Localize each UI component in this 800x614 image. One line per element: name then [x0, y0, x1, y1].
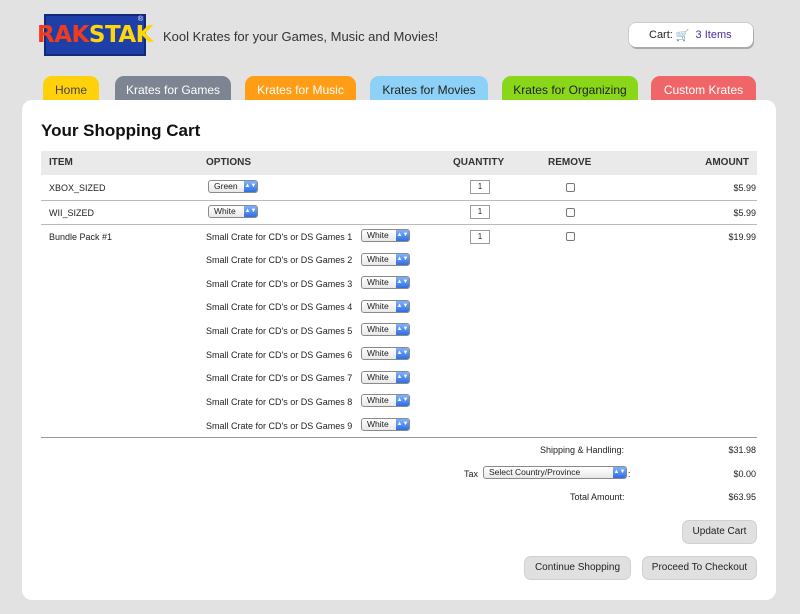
- bundle-option-select[interactable]: White ▲▼: [361, 323, 410, 336]
- bundle-sub-item-label: Small Crate for CD's or DS Games 3: [206, 279, 353, 289]
- option-select-value: White: [367, 419, 389, 429]
- column-header-item: ITEM: [49, 157, 73, 168]
- shipping-label: Shipping & Handling:: [540, 445, 625, 455]
- total-label: Total Amount:: [570, 492, 625, 502]
- column-header-options: OPTIONS: [206, 157, 252, 168]
- option-select[interactable]: Green ▲▼: [208, 180, 258, 193]
- bundle-option-select[interactable]: White ▲▼: [361, 229, 410, 242]
- select-arrows-icon: ▲▼: [396, 301, 409, 312]
- shipping-value: $31.98: [728, 445, 756, 455]
- logo-text-rak: RAK: [37, 22, 89, 48]
- option-select-value: White: [367, 277, 389, 287]
- row-divider: [41, 224, 757, 225]
- logo-text-stak: STAK: [88, 22, 154, 48]
- select-arrows-icon: ▲▼: [396, 372, 409, 383]
- option-select-value: Green: [214, 181, 238, 191]
- bundle-sub-item-label: Small Crate for CD's or DS Games 9: [206, 421, 353, 431]
- select-arrows-icon: ▲▼: [244, 206, 257, 217]
- bundle-option-select[interactable]: White ▲▼: [361, 418, 410, 431]
- proceed-to-checkout-button[interactable]: Proceed To Checkout: [642, 556, 757, 580]
- option-select-value: White: [367, 395, 389, 405]
- remove-checkbox[interactable]: [566, 208, 575, 217]
- tax-colon: :: [628, 469, 631, 479]
- item-amount: $5.99: [733, 183, 756, 193]
- item-amount: $19.99: [728, 232, 756, 242]
- bundle-option-select[interactable]: White ▲▼: [361, 300, 410, 313]
- total-value: $63.95: [728, 492, 756, 502]
- option-select-value: White: [367, 324, 389, 334]
- rakstak-logo[interactable]: RAKSTAK ®: [37, 14, 153, 56]
- bundle-option-select[interactable]: White ▲▼: [361, 394, 410, 407]
- select-arrows-icon: ▲▼: [396, 324, 409, 335]
- bundle-sub-item-label: Small Crate for CD's or DS Games 1: [206, 232, 353, 242]
- quantity-input[interactable]: 1: [470, 180, 490, 194]
- option-select-value: White: [214, 206, 236, 216]
- column-header-amount: AMOUNT: [705, 157, 749, 168]
- select-arrows-icon: ▲▼: [396, 419, 409, 430]
- update-cart-button[interactable]: Update Cart: [682, 520, 757, 544]
- bundle-sub-item-label: Small Crate for CD's or DS Games 2: [206, 255, 353, 265]
- item-name: Bundle Pack #1: [49, 232, 113, 242]
- bundle-sub-item-label: Small Crate for CD's or DS Games 4: [206, 302, 353, 312]
- bundle-sub-item-label: Small Crate for CD's or DS Games 5: [206, 326, 353, 336]
- tax-label: Tax: [464, 469, 479, 479]
- item-amount: $5.99: [733, 208, 756, 218]
- select-arrows-icon: ▲▼: [244, 181, 257, 192]
- continue-shopping-button[interactable]: Continue Shopping: [524, 556, 631, 580]
- select-arrows-icon: ▲▼: [396, 230, 409, 241]
- bundle-option-select[interactable]: White ▲▼: [361, 276, 410, 289]
- country-province-select[interactable]: Select Country/Province ▲▼: [483, 466, 627, 479]
- page-title: Your Shopping Cart: [41, 121, 201, 140]
- cart-summary[interactable]: Cart: 🛒 3 Items: [629, 23, 753, 47]
- column-header-remove: REMOVE: [548, 157, 592, 168]
- option-select-value: White: [367, 230, 389, 240]
- item-name: WII_SIZED: [49, 208, 95, 218]
- select-arrows-icon: ▲▼: [396, 348, 409, 359]
- option-select[interactable]: White ▲▼: [208, 205, 258, 218]
- cart-icon: 🛒: [675, 29, 690, 42]
- select-arrows-icon: ▲▼: [613, 467, 626, 478]
- option-select-value: White: [367, 348, 389, 358]
- item-name: XBOX_SIZED: [49, 183, 106, 193]
- tagline: Kool Krates for your Games, Music and Mo…: [163, 29, 439, 44]
- column-header-quantity: QUANTITY: [453, 157, 505, 168]
- cart-label: Cart:: [649, 29, 673, 41]
- quantity-input[interactable]: 1: [470, 205, 490, 219]
- remove-checkbox[interactable]: [566, 232, 575, 241]
- option-select-value: White: [367, 301, 389, 311]
- bundle-option-select[interactable]: White ▲▼: [361, 347, 410, 360]
- bundle-option-select[interactable]: White ▲▼: [361, 253, 410, 266]
- option-select-value: White: [367, 254, 389, 264]
- logo-text: RAKSTAK: [37, 22, 153, 48]
- bundle-sub-item-label: Small Crate for CD's or DS Games 6: [206, 350, 353, 360]
- table-header: ITEM OPTIONS QUANTITY REMOVE AMOUNT: [41, 151, 757, 175]
- remove-checkbox[interactable]: [566, 183, 575, 192]
- quantity-input[interactable]: 1: [470, 230, 490, 244]
- select-arrows-icon: ▲▼: [396, 395, 409, 406]
- cart-item-count[interactable]: 3 Items: [696, 29, 732, 41]
- country-select-value: Select Country/Province: [489, 467, 581, 477]
- select-arrows-icon: ▲▼: [396, 277, 409, 288]
- table-bottom-divider: [41, 437, 757, 438]
- option-select-value: White: [367, 372, 389, 382]
- bundle-sub-item-label: Small Crate for CD's or DS Games 7: [206, 373, 353, 383]
- logo-registered-mark: ®: [137, 16, 143, 23]
- tax-value: $0.00: [733, 469, 756, 479]
- row-divider: [41, 200, 757, 201]
- select-arrows-icon: ▲▼: [396, 254, 409, 265]
- bundle-option-select[interactable]: White ▲▼: [361, 371, 410, 384]
- bundle-sub-item-label: Small Crate for CD's or DS Games 8: [206, 397, 353, 407]
